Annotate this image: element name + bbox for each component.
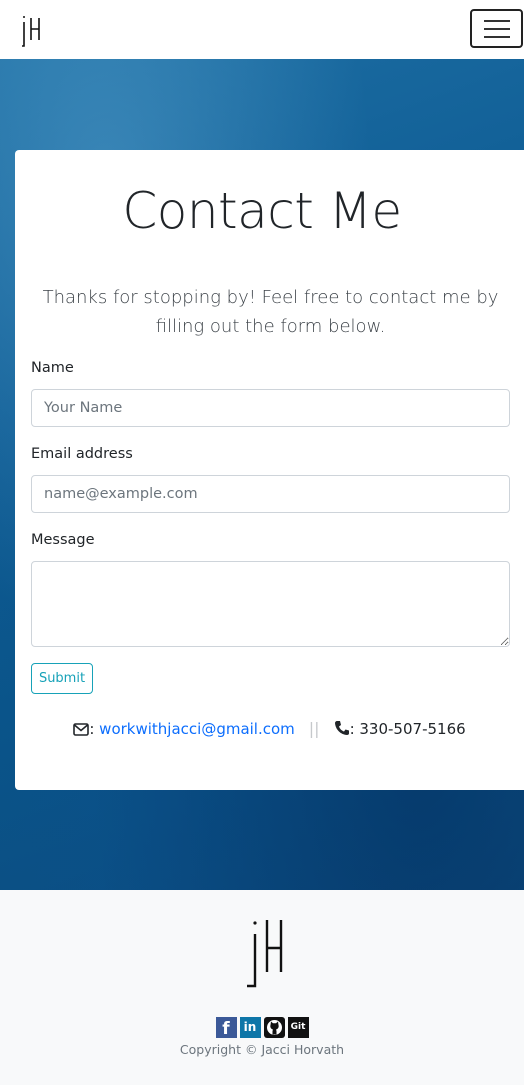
message-label: Message <box>31 532 95 548</box>
github-icon[interactable] <box>263 1017 285 1038</box>
email-input[interactable] <box>31 475 510 513</box>
hamburger-icon-bar <box>483 27 510 30</box>
github-octocat-icon <box>266 1020 282 1035</box>
jh-footer-logo <box>247 920 283 988</box>
contact-info: : workwithjacci@gmail.com || : 330-507-51… <box>15 719 524 738</box>
facebook-icon[interactable]: f <box>215 1017 237 1039</box>
git-icon[interactable]: Git <box>287 1017 309 1038</box>
phone-separator: : <box>349 720 360 738</box>
name-input[interactable] <box>31 389 510 427</box>
copyright-text: Copyright © Jacci Horvath <box>179 1042 345 1057</box>
contact-card <box>15 150 524 790</box>
intro-text: Thanks for stopping by! Feel free to con… <box>42 287 499 337</box>
jh-logo[interactable] <box>18 12 44 48</box>
email-link[interactable]: workwithjacci@gmail.com <box>99 720 295 738</box>
email-label: Email address <box>31 446 133 462</box>
phone-number: 330-507-5166 <box>359 720 466 738</box>
menu-toggle-button[interactable] <box>470 9 523 48</box>
navbar <box>0 0 524 60</box>
hamburger-icon-bar <box>483 19 510 22</box>
envelope-icon <box>73 723 90 736</box>
phone-icon <box>334 721 349 735</box>
social-links: f in Git <box>0 1017 524 1039</box>
hamburger-icon-bar <box>483 35 510 38</box>
linkedin-icon[interactable]: in <box>239 1017 261 1038</box>
name-label: Name <box>31 360 74 376</box>
message-textarea[interactable] <box>31 561 510 647</box>
submit-button[interactable]: Submit <box>31 663 93 694</box>
contact-divider: || <box>308 719 320 738</box>
page-title: Contact Me <box>122 182 402 240</box>
email-separator: : <box>89 720 100 738</box>
footer: f in Git Copyright © Jacci Horvath <box>0 890 524 1085</box>
